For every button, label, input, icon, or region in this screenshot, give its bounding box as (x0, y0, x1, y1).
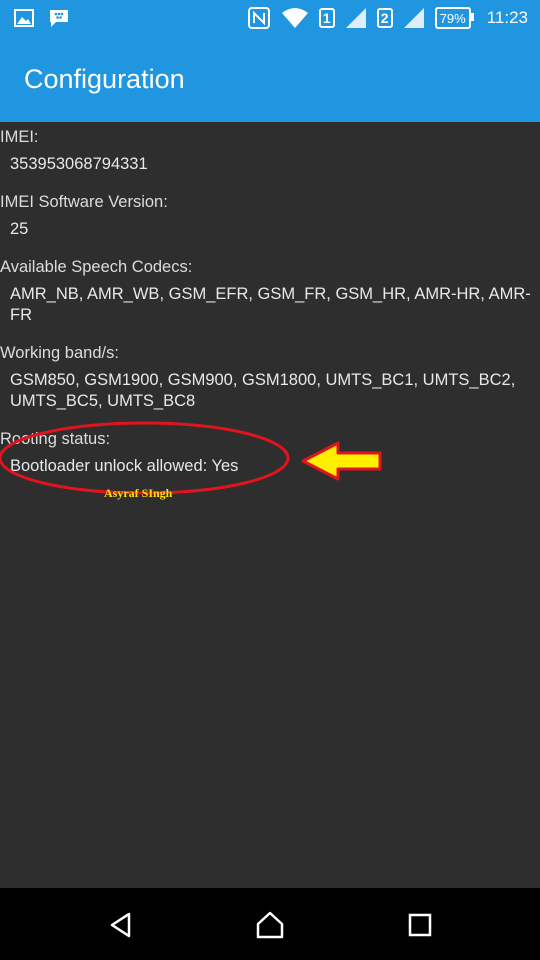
imei-label: IMEI: (0, 128, 39, 146)
sim1-indicator: 1 (318, 8, 335, 28)
gallery-icon (14, 8, 34, 28)
imei-section: IMEI: 353953068794331 (0, 126, 540, 175)
status-bar: 1 2 79% 11:23 (0, 0, 540, 38)
imei-sv-label: IMEI Software Version: (0, 193, 168, 211)
battery-icon: 79% (434, 7, 474, 29)
imei-value: 353953068794331 (10, 155, 148, 173)
imei-sv-value: 25 (10, 220, 29, 238)
back-icon[interactable] (106, 910, 136, 940)
working-bands-value: GSM850, GSM1900, GSM900, GSM1800, UMTS_B… (10, 371, 516, 410)
clock: 11:23 (486, 8, 528, 27)
imei-sv-section: IMEI Software Version: 25 (0, 191, 540, 240)
bbm-icon (48, 8, 70, 28)
wifi-icon (281, 7, 309, 29)
rooting-status-label: Rooting status: (0, 430, 111, 448)
watermark-text: Asyraf SIngh (104, 486, 173, 500)
rooting-status-section: Rooting status: Bootloader unlock allowe… (0, 428, 540, 477)
page-title: Configuration (24, 64, 185, 94)
working-bands-section: Working band/s: GSM850, GSM1900, GSM900,… (0, 342, 540, 412)
recents-icon[interactable] (405, 910, 435, 940)
sim2-indicator: 2 (376, 8, 393, 28)
app-bar: Configuration (0, 38, 540, 122)
speech-codecs-value: AMR_NB, AMR_WB, GSM_EFR, GSM_FR, GSM_HR,… (10, 285, 531, 324)
speech-codecs-section: Available Speech Codecs: AMR_NB, AMR_WB,… (0, 256, 540, 326)
rooting-status-value: Bootloader unlock allowed: Yes (10, 457, 239, 475)
signal-icon (403, 7, 425, 29)
working-bands-label: Working band/s: (0, 344, 119, 362)
home-icon[interactable] (255, 910, 285, 940)
signal-icon (345, 7, 367, 29)
nfc-icon (247, 6, 271, 30)
speech-codecs-label: Available Speech Codecs: (0, 258, 193, 276)
navigation-bar (0, 888, 540, 960)
